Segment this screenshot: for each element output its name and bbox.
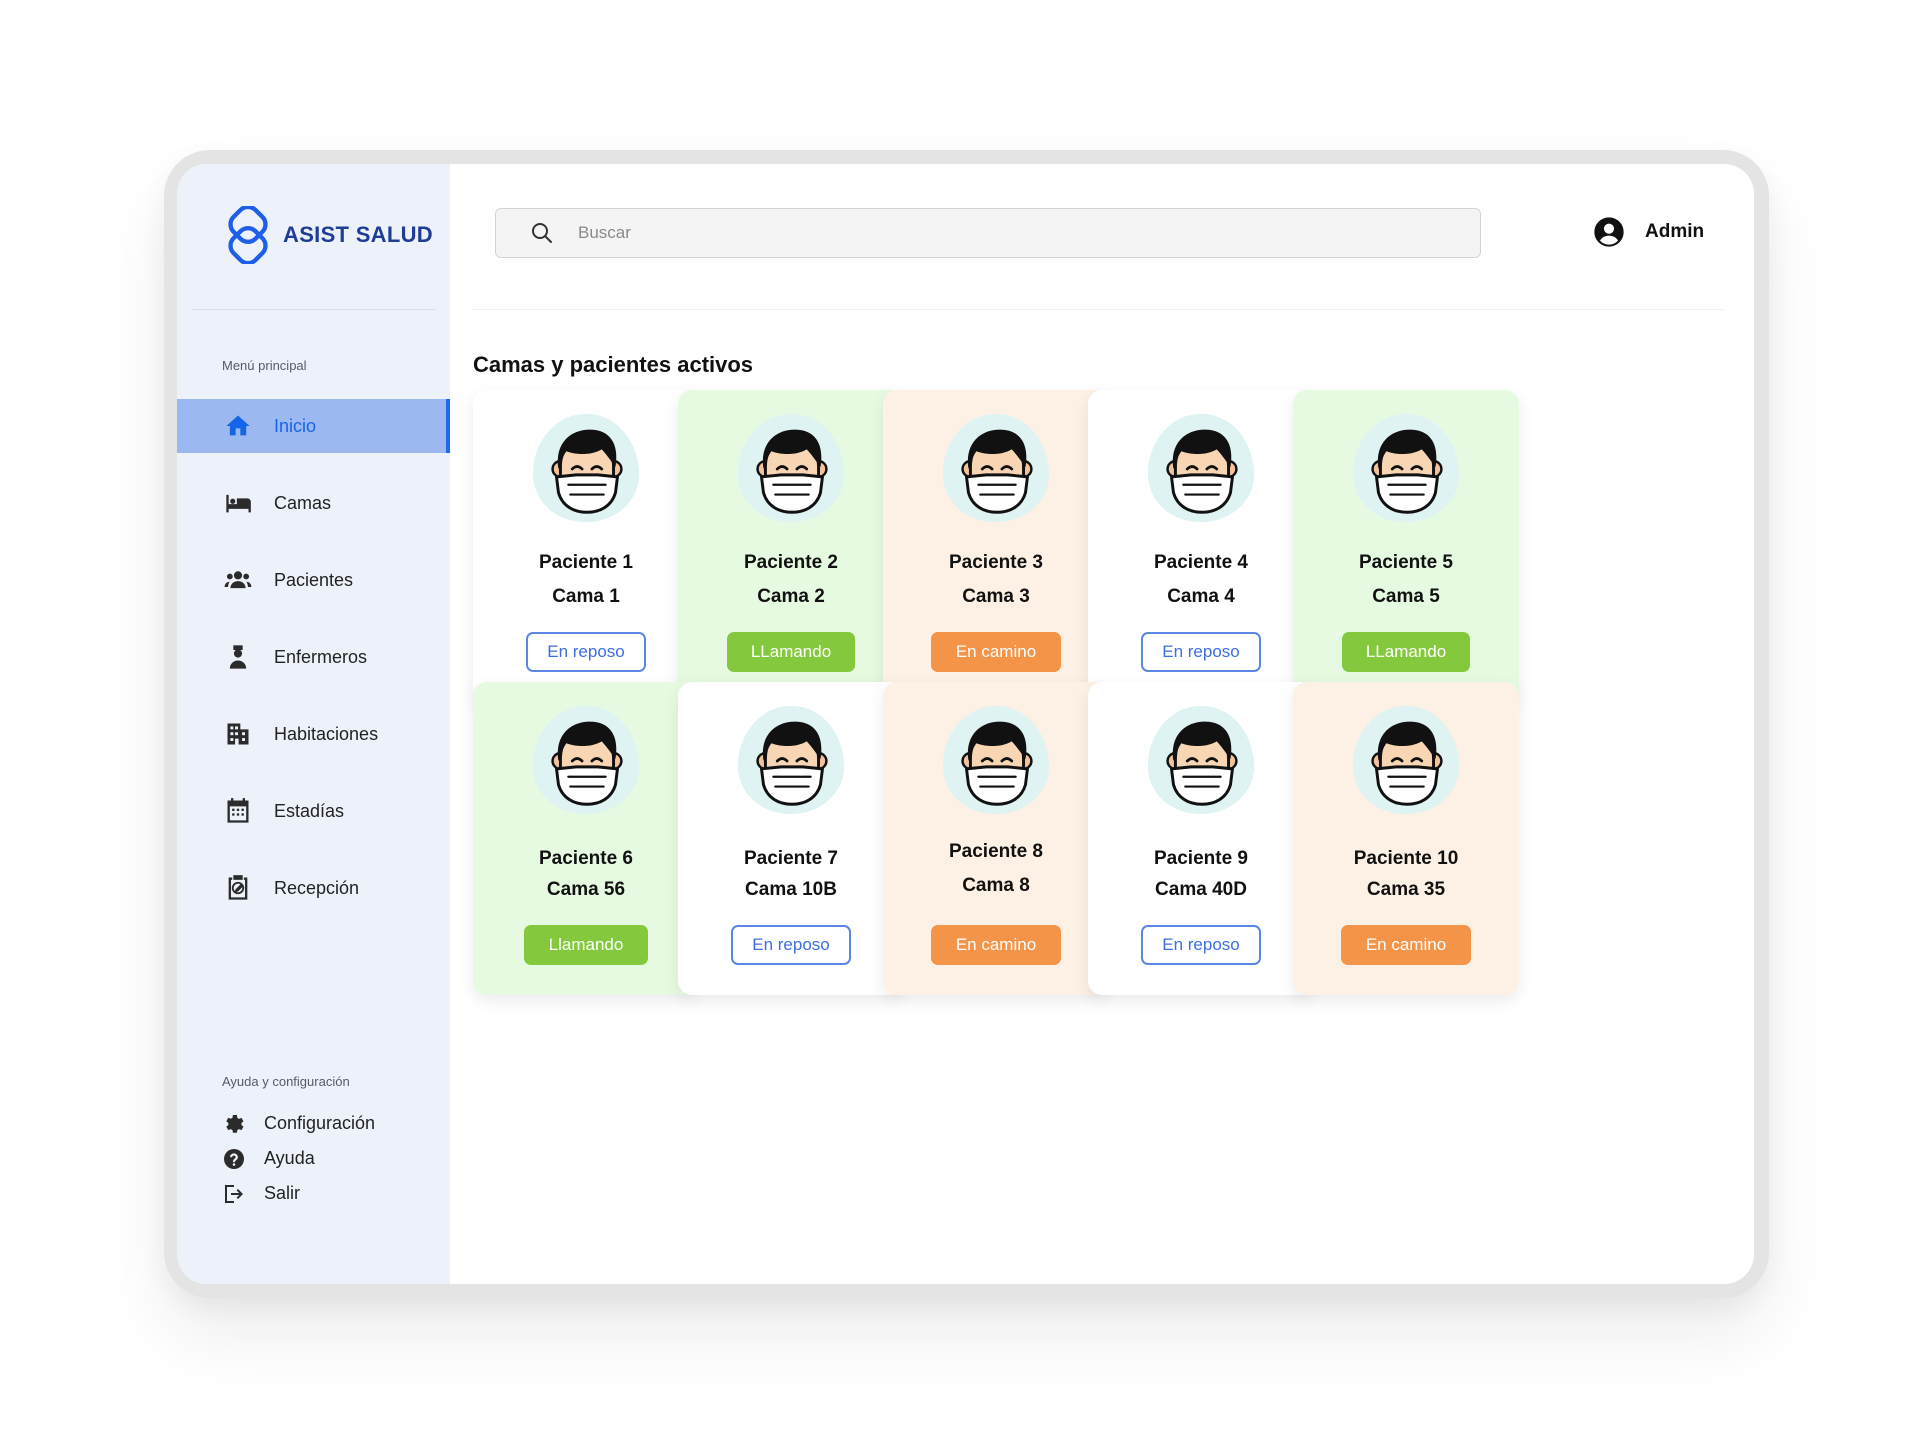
bed-icon [222, 487, 254, 519]
patient-avatar-icon [942, 413, 1050, 523]
search-icon [532, 223, 552, 243]
patient-card[interactable]: Paciente 2 Cama 2 LLamando [678, 390, 904, 703]
status-badge[interactable]: LLamando [727, 632, 855, 672]
brand-logo[interactable]: ASIST SALUD [219, 206, 433, 264]
sidebar-item-label: Inicio [274, 415, 317, 436]
patient-name: Paciente 6 [539, 848, 633, 869]
sidebar-item-recepcion[interactable]: Recepción [177, 861, 450, 915]
search-input[interactable] [576, 222, 1460, 244]
patient-card[interactable]: Paciente 4 Cama 4 En reposo [1088, 390, 1314, 703]
patient-avatar-icon [532, 413, 640, 523]
patient-card[interactable]: Paciente 10 Cama 35 En camino [1293, 682, 1519, 995]
status-badge[interactable]: Llamando [524, 925, 648, 965]
status-badge[interactable]: En camino [1341, 925, 1471, 965]
patient-name: Paciente 2 [744, 552, 838, 573]
sidebar-item-pacientes[interactable]: Pacientes [177, 553, 450, 607]
sidebar: ASIST SALUD Menú principal Inicio Camas [177, 164, 450, 1284]
sidebar-item-label: Pacientes [274, 569, 354, 590]
sidebar-item-label: Habitaciones [274, 723, 379, 744]
sidebar-item-estadias[interactable]: Estadías [177, 784, 450, 838]
logout-icon [225, 1184, 243, 1203]
user-avatar-icon [1594, 217, 1624, 247]
patient-avatar-icon [737, 413, 845, 523]
bed-label: Cama 5 [1372, 586, 1440, 607]
users-icon [222, 564, 254, 596]
building-icon [222, 718, 254, 750]
patient-name: Paciente 4 [1154, 552, 1248, 573]
patient-avatar-icon [737, 705, 845, 815]
nurse-icon [222, 641, 254, 673]
sidebar-item-label: Camas [274, 492, 332, 513]
home-icon [222, 410, 254, 442]
bed-label: Cama 56 [546, 879, 626, 900]
patient-name: Paciente 5 [1359, 552, 1453, 573]
status-badge[interactable]: En camino [931, 632, 1061, 672]
patient-card[interactable]: Paciente 7 Cama 10B En reposo [678, 682, 904, 995]
sidebar-item-label: Enfermeros [274, 646, 368, 667]
patient-avatar-icon [1352, 705, 1460, 815]
status-badge[interactable]: En camino [931, 925, 1061, 965]
patient-card[interactable]: Paciente 5 Cama 5 LLamando [1293, 390, 1519, 703]
help-section-label: Ayuda y configuración [222, 1074, 350, 1089]
clipboard-icon [222, 872, 254, 904]
sidebar-item-enfermeros[interactable]: Enfermeros [177, 630, 450, 684]
patient-avatar-icon [1352, 413, 1460, 523]
status-badge[interactable]: En reposo [1141, 632, 1261, 672]
calendar-icon [222, 795, 254, 827]
bed-label: Cama 1 [552, 586, 620, 607]
patient-avatar-icon [1147, 413, 1255, 523]
status-badge[interactable]: En reposo [731, 925, 851, 965]
patient-name: Paciente 10 [1353, 848, 1459, 869]
bed-label: Cama 2 [757, 586, 825, 607]
sidebar-item-label: Estadías [274, 800, 345, 821]
patient-avatar-icon [532, 705, 640, 815]
sidebar-item-camas[interactable]: Camas [177, 476, 450, 530]
patient-card[interactable]: Paciente 3 Cama 3 En camino [883, 390, 1109, 703]
help-item-label: Salir [264, 1183, 301, 1203]
patient-card[interactable]: Paciente 9 Cama 40D En reposo [1088, 682, 1314, 995]
bed-label: Cama 10B [745, 879, 837, 900]
bed-label: Cama 35 [1366, 879, 1446, 900]
patient-name: Paciente 1 [539, 552, 633, 573]
patient-name: Paciente 9 [1154, 848, 1248, 869]
status-badge[interactable]: En reposo [1141, 925, 1261, 965]
sidebar-divider [191, 309, 436, 310]
status-badge[interactable]: LLamando [1342, 632, 1470, 672]
user-name: Admin [1645, 221, 1705, 242]
page-title: Camas y pacientes activos [473, 352, 754, 377]
question-icon [224, 1148, 244, 1169]
help-item-salir[interactable]: Salir [222, 1176, 375, 1211]
user-menu[interactable]: Admin [1593, 216, 1704, 248]
patient-name: Paciente 8 [949, 841, 1043, 862]
main-nav: Inicio Camas Pacientes Enfermeros Habita… [177, 399, 450, 938]
search-bar[interactable] [495, 208, 1481, 258]
brand-name: ASIST SALUD [283, 222, 433, 247]
help-item-label: Ayuda [264, 1148, 315, 1168]
header-divider [473, 309, 1723, 310]
patient-name: Paciente 7 [744, 848, 838, 869]
help-menu: Configuración Ayuda Salir [222, 1106, 375, 1211]
bed-label: Cama 8 [962, 875, 1030, 896]
patient-card[interactable]: Paciente 1 Cama 1 En reposo [473, 390, 699, 703]
help-item-label: Configuración [264, 1113, 376, 1133]
help-item-ayuda[interactable]: Ayuda [222, 1141, 375, 1176]
patient-avatar-icon [942, 705, 1050, 815]
sidebar-item-habitaciones[interactable]: Habitaciones [177, 707, 450, 761]
status-badge[interactable]: En reposo [526, 632, 646, 672]
patient-card[interactable]: Paciente 8 Cama 8 En camino [883, 682, 1109, 995]
bed-label: Cama 40D [1155, 879, 1247, 900]
gear-icon [226, 1114, 244, 1133]
bed-label: Cama 4 [1167, 586, 1235, 607]
logo-icon [228, 206, 268, 264]
patient-name: Paciente 3 [949, 552, 1043, 573]
help-item-configuracion[interactable]: Configuración [222, 1106, 375, 1141]
patient-card[interactable]: Paciente 6 Cama 56 Llamando [473, 682, 699, 995]
menu-section-label: Menú principal [222, 358, 307, 373]
bed-label: Cama 3 [962, 586, 1030, 607]
patient-avatar-icon [1147, 705, 1255, 815]
sidebar-item-label: Recepción [274, 877, 360, 898]
app-window: ASIST SALUD Menú principal Inicio Camas [177, 164, 1754, 1284]
sidebar-item-inicio[interactable]: Inicio [177, 399, 450, 453]
